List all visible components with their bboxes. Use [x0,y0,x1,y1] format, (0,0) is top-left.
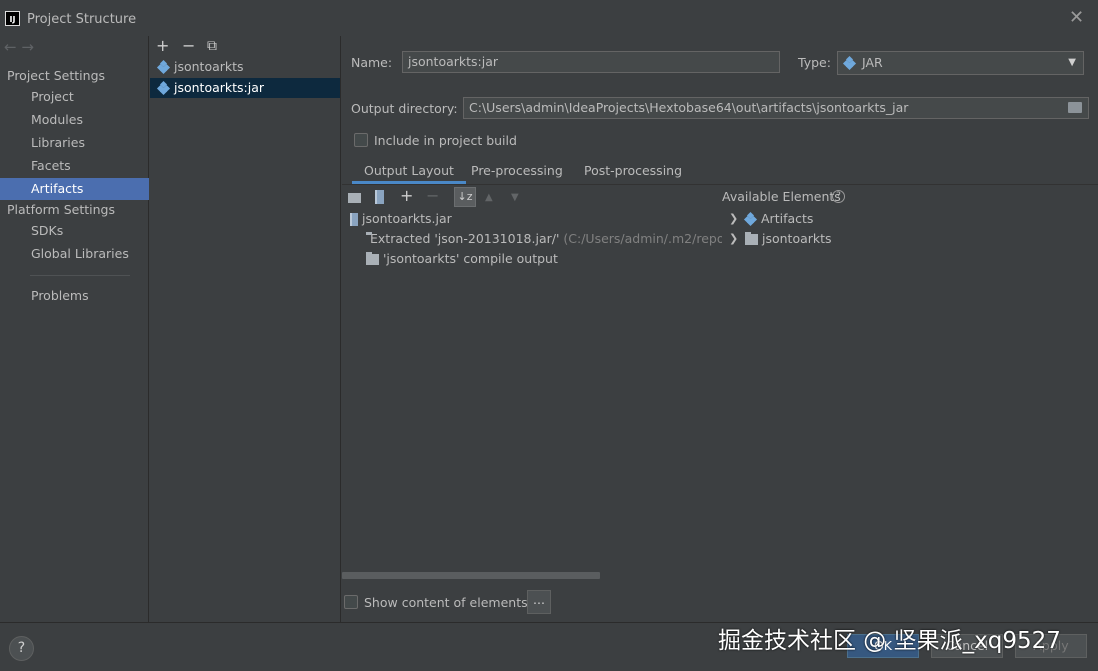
sidebar-item-project[interactable]: Project [0,86,149,108]
sidebar-item-problems[interactable]: Problems [0,285,149,307]
tab-pre-processing[interactable]: Pre-processing [471,160,563,184]
browse-folder-icon[interactable] [1068,102,1082,113]
artifact-diamond-icon [156,59,171,75]
tab-output-layout[interactable]: Output Layout [352,160,466,184]
list-item-selected[interactable]: jsontoarkts:jar [150,78,340,98]
add-artifact-icon[interactable]: + [156,36,169,55]
sidebar-item-facets[interactable]: Facets [0,155,149,177]
move-up-icon: ▲ [485,192,493,203]
jar-file-icon [350,212,358,226]
artifact-label: jsontoarkts [174,59,244,74]
project-settings-header: Project Settings [7,68,106,83]
list-item[interactable]: jsontoarkts [150,57,340,77]
type-label: Type: [798,55,831,70]
available-elements-title: Available Elements [722,189,841,204]
artifact-diamond-icon [743,211,758,227]
show-content-checkbox[interactable] [344,595,358,609]
copy-artifact-icon[interactable]: ⧉ [207,38,217,54]
artifact-label: jsontoarkts:jar [174,80,265,95]
sidebar-item-modules[interactable]: Modules [0,109,149,131]
module-folder-icon [745,231,758,245]
available-artifacts-label: Artifacts [761,211,814,226]
sidebar-item-artifacts[interactable]: Artifacts [0,178,149,200]
back-forward-arrows-icon[interactable]: ← → [4,38,34,56]
available-module-label: jsontoarkts [762,231,832,246]
help-circle-icon[interactable]: ? [832,190,845,203]
module-folder-icon [366,251,379,265]
output-directory-field[interactable]: C:\Users\admin\IdeaProjects\Hextobase64\… [463,97,1089,119]
available-item-module[interactable]: ❯ jsontoarkts [729,229,832,249]
sidebar-item-global-libraries[interactable]: Global Libraries [0,243,149,265]
name-field[interactable]: jsontoarkts:jar [402,51,780,73]
include-in-build-label: Include in project build [374,133,517,148]
name-label: Name: [351,55,393,70]
show-content-label: Show content of elements [364,595,528,610]
chevron-down-icon: ▼ [1068,57,1076,68]
new-archive-icon[interactable] [375,190,384,204]
sidebar-item-sdks[interactable]: SDKs [0,220,149,242]
compile-output-label: 'jsontoarkts' compile output [383,251,558,266]
sort-elements-icon[interactable]: ↓z [454,187,476,207]
artifact-diamond-icon [156,80,171,96]
tabs-divider [342,184,1098,185]
tree-root-label: jsontoarkts.jar [362,211,452,226]
tab-post-processing[interactable]: Post-processing [584,160,682,184]
platform-settings-header: Platform Settings [7,202,115,217]
remove-artifact-icon[interactable]: − [182,36,195,55]
horizontal-scrollbar[interactable] [342,572,600,579]
extracted-path: (C:/Users/admin/.m2/reposi [563,231,722,246]
sidebar-item-libraries[interactable]: Libraries [0,132,149,154]
window-title: Project Structure [27,12,137,27]
watermark-text: 掘金技术社区 @ 坚果派_xq9527 [718,628,1061,654]
include-in-build-checkbox[interactable] [354,133,368,147]
type-value: JAR [862,55,883,70]
chevron-right-icon: ❯ [729,212,739,225]
tree-root-jar[interactable]: jsontoarkts.jar [350,209,452,229]
output-directory-label: Output directory: [351,101,458,116]
available-item-artifacts[interactable]: ❯ Artifacts [729,209,813,229]
new-directory-icon[interactable] [348,193,361,203]
remove-element-icon: − [426,186,440,205]
artifacts-list-panel [150,36,341,622]
more-options-button[interactable]: ... [527,590,551,614]
sidebar-divider [30,275,130,276]
chevron-right-icon: ❯ [729,232,739,245]
close-icon[interactable]: ✕ [1069,8,1084,28]
intellij-app-icon: IJ [5,11,20,26]
jar-diamond-icon [842,55,857,71]
type-dropdown[interactable]: JAR ▼ [837,51,1084,75]
add-element-icon[interactable]: + [400,186,413,205]
extracted-label: Extracted 'json-20131018.jar/' [370,231,560,246]
tree-row-compile-output[interactable]: 'jsontoarkts' compile output [366,249,558,269]
move-down-icon: ▼ [511,192,519,203]
tree-row-extracted[interactable]: Extracted 'json-20131018.jar/' (C:/Users… [366,229,722,249]
help-button[interactable]: ? [9,636,34,661]
title-bar [0,0,1098,36]
